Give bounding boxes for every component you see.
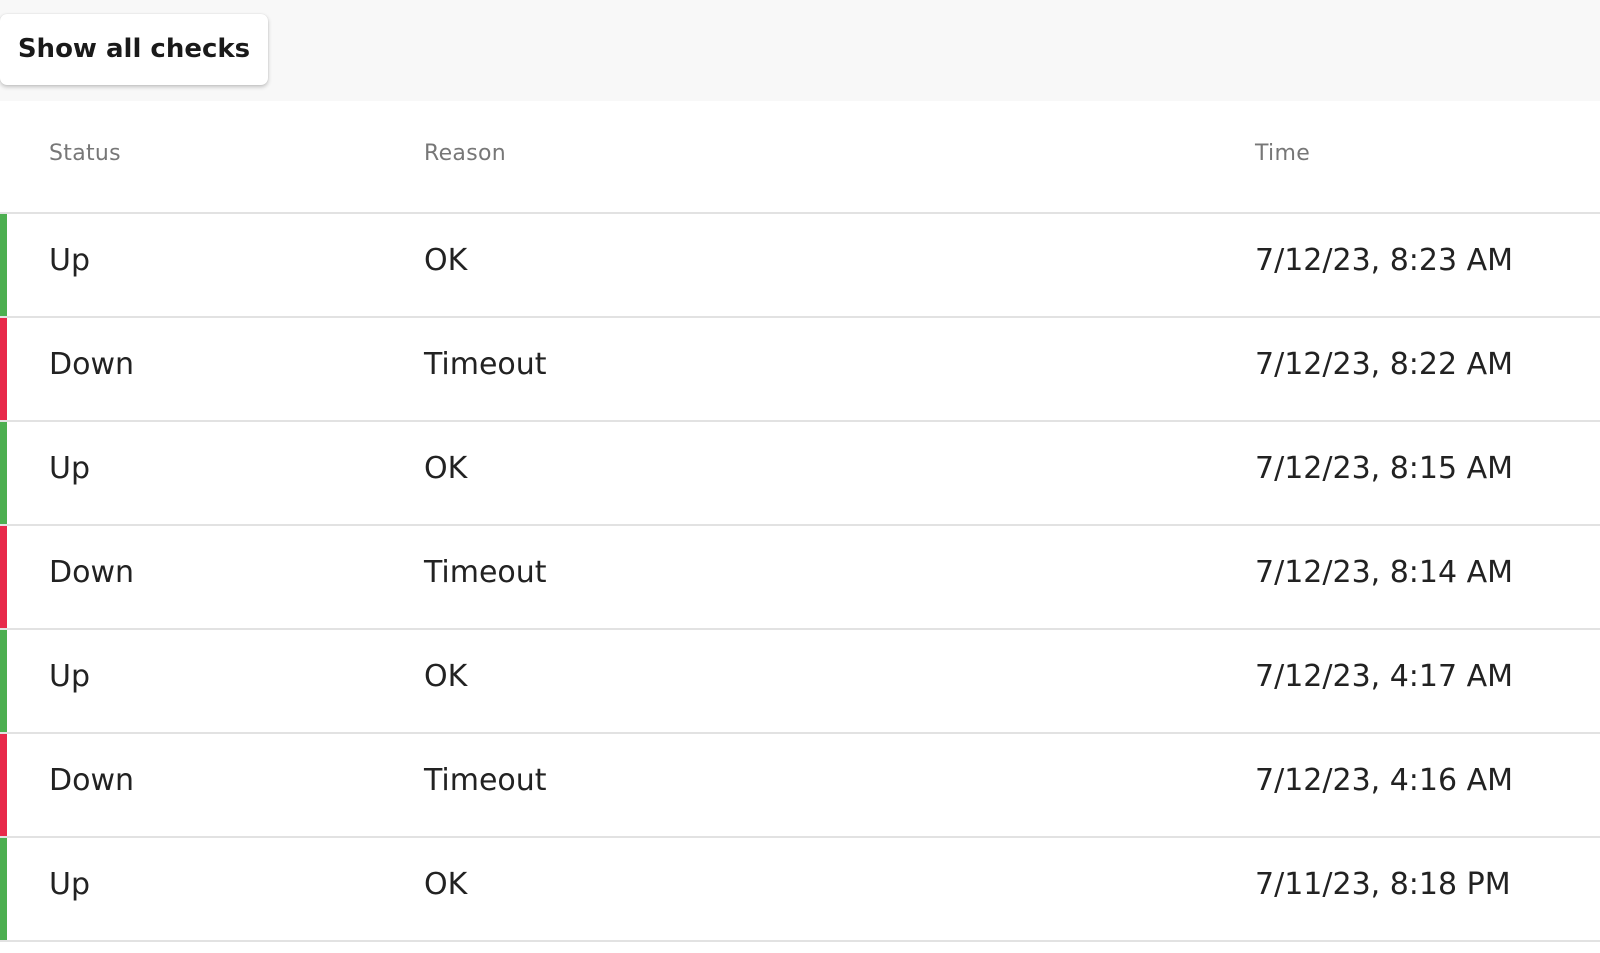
status-indicator-bar bbox=[0, 526, 7, 628]
checks-table: Status Reason Time Up OK 7/12/23, 8:23 A… bbox=[0, 101, 1600, 942]
status-cell: Up bbox=[49, 243, 91, 278]
status-indicator-bar bbox=[0, 630, 7, 732]
table-row: Up OK 7/12/23, 4:17 AM bbox=[0, 630, 1600, 734]
reason-cell: OK bbox=[424, 451, 468, 486]
status-indicator-bar bbox=[0, 422, 7, 524]
time-cell: 7/12/23, 8:14 AM bbox=[1255, 555, 1514, 590]
reason-cell: Timeout bbox=[424, 347, 547, 382]
status-indicator-bar bbox=[0, 214, 7, 316]
time-cell: 7/12/23, 8:15 AM bbox=[1255, 451, 1514, 486]
table-row: Up OK 7/11/23, 8:18 PM bbox=[0, 838, 1600, 942]
reason-cell: OK bbox=[424, 659, 468, 694]
status-cell: Down bbox=[49, 555, 135, 590]
status-cell: Up bbox=[49, 451, 91, 486]
status-cell: Up bbox=[49, 659, 91, 694]
status-indicator-bar bbox=[0, 318, 7, 420]
status-cell: Up bbox=[49, 867, 91, 902]
table-row: Down Timeout 7/12/23, 8:14 AM bbox=[0, 526, 1600, 630]
reason-cell: OK bbox=[424, 867, 468, 902]
table-row: Down Timeout 7/12/23, 8:22 AM bbox=[0, 318, 1600, 422]
status-indicator-bar bbox=[0, 838, 7, 940]
column-header-status: Status bbox=[49, 141, 121, 166]
column-header-time: Time bbox=[1255, 141, 1311, 166]
reason-cell: OK bbox=[424, 243, 468, 278]
show-all-checks-button[interactable]: Show all checks bbox=[0, 14, 268, 85]
status-cell: Down bbox=[49, 763, 135, 798]
table-row: Up OK 7/12/23, 8:15 AM bbox=[0, 422, 1600, 526]
table-row: Up OK 7/12/23, 8:23 AM bbox=[0, 214, 1600, 318]
column-header-reason: Reason bbox=[424, 141, 506, 166]
time-cell: 7/12/23, 4:17 AM bbox=[1255, 659, 1514, 694]
time-cell: 7/11/23, 8:18 PM bbox=[1255, 867, 1511, 902]
reason-cell: Timeout bbox=[424, 763, 547, 798]
status-cell: Down bbox=[49, 347, 135, 382]
reason-cell: Timeout bbox=[424, 555, 547, 590]
top-toolbar: Show all checks bbox=[0, 0, 1600, 101]
status-indicator-bar bbox=[0, 734, 7, 836]
table-header: Status Reason Time bbox=[0, 101, 1600, 214]
time-cell: 7/12/23, 8:23 AM bbox=[1255, 243, 1514, 278]
time-cell: 7/12/23, 4:16 AM bbox=[1255, 763, 1514, 798]
time-cell: 7/12/23, 8:22 AM bbox=[1255, 347, 1514, 382]
table-row: Down Timeout 7/12/23, 4:16 AM bbox=[0, 734, 1600, 838]
